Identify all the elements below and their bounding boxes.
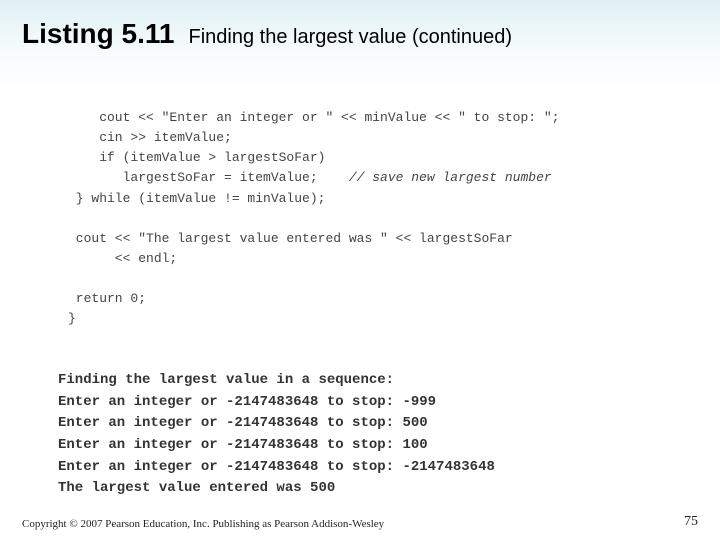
code-line: largestSoFar = itemValue; [68, 170, 318, 185]
output-line: Enter an integer or -2147483648 to stop:… [58, 459, 495, 475]
listing-caption: Finding the largest value (continued) [189, 26, 513, 49]
copyright-text: Copyright © 2007 Pearson Education, Inc.… [22, 518, 384, 530]
code-listing: cout << "Enter an integer or " << minVal… [68, 108, 700, 330]
output-line: Enter an integer or -2147483648 to stop:… [58, 437, 428, 453]
code-comment: // save new largest number [318, 170, 552, 185]
code-line: } while (itemValue != minValue); [68, 191, 325, 206]
code-line: if (itemValue > largestSoFar) [68, 150, 325, 165]
code-line: cin >> itemValue; [68, 130, 232, 145]
output-line: Enter an integer or -2147483648 to stop:… [58, 415, 428, 431]
code-line: cout << "The largest value entered was "… [68, 231, 513, 246]
code-line: cout << "Enter an integer or " << minVal… [68, 110, 559, 125]
listing-label: Listing 5.11 [22, 18, 175, 50]
code-line: return 0; [68, 291, 146, 306]
page-number: 75 [684, 514, 698, 530]
program-output: Finding the largest value in a sequence:… [58, 370, 700, 500]
code-line: } [68, 311, 76, 326]
output-line: Finding the largest value in a sequence: [58, 372, 394, 388]
output-line: The largest value entered was 500 [58, 480, 335, 496]
output-line: Enter an integer or -2147483648 to stop:… [58, 394, 436, 410]
code-line: << endl; [68, 251, 177, 266]
slide-header: Listing 5.11 Finding the largest value (… [22, 18, 698, 50]
